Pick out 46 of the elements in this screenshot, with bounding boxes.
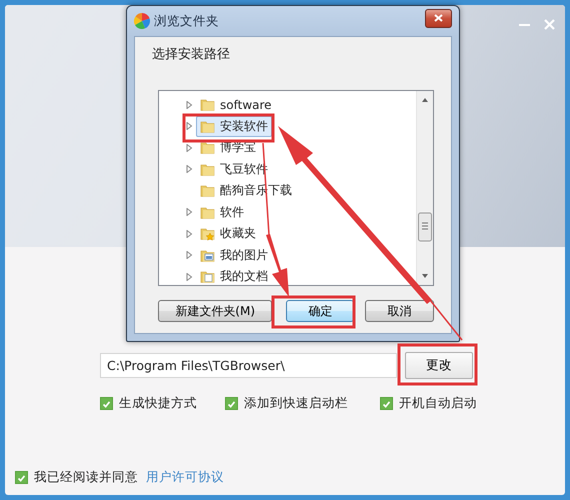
tree-item[interactable]: 安装软件 (196, 116, 272, 137)
install-path-field[interactable]: C:\Program Files\TGBrowser\ (100, 353, 397, 378)
pictures-folder-icon (200, 248, 215, 263)
scrollbar[interactable] (416, 91, 433, 285)
dialog-prompt: 选择安装路径 (152, 46, 231, 63)
tree-item[interactable]: 软件 (196, 202, 248, 223)
folder-icon (200, 97, 215, 112)
folder-icon (200, 204, 215, 220)
folder-icon (200, 140, 215, 156)
agreement-text: 我已经阅读并同意 (34, 469, 138, 486)
option-label: 添加到快速启动栏 (244, 395, 348, 412)
checkmark-icon (102, 401, 110, 408)
expand-arrow-icon[interactable] (185, 251, 193, 260)
dialog-button[interactable]: 取消 (365, 300, 434, 322)
checkmark-icon (382, 401, 390, 408)
option-label: 开机自动启动 (399, 395, 477, 412)
tree-item[interactable]: 收藏夹 (196, 223, 260, 244)
star-folder-icon (200, 226, 215, 242)
checkbox[interactable] (15, 471, 28, 484)
expand-arrow-icon[interactable] (185, 165, 193, 174)
expand-arrow-icon[interactable] (185, 100, 193, 109)
tree-item[interactable]: software (196, 95, 276, 114)
checkbox[interactable] (225, 397, 238, 410)
dialog-button[interactable]: 新建文件夹(M) (158, 300, 272, 322)
close-icon (434, 14, 443, 22)
expand-arrow-icon[interactable] (185, 122, 193, 130)
option-label: 生成快捷方式 (119, 395, 197, 412)
tree-item[interactable]: 我的文档 (196, 266, 272, 285)
license-link[interactable]: 用户许可协议 (146, 469, 224, 486)
checkmark-icon (18, 475, 26, 482)
close-button[interactable] (425, 8, 452, 28)
expand-arrow-icon[interactable] (185, 230, 193, 238)
checkbox[interactable] (100, 397, 113, 410)
app-logo-icon (134, 13, 150, 29)
folder-icon (200, 183, 215, 198)
checkmark-icon (228, 401, 236, 408)
expand-arrow-icon[interactable] (185, 208, 193, 216)
folder-icon (200, 118, 215, 134)
change-button[interactable]: 更改 (405, 352, 473, 379)
expand-arrow-icon[interactable] (185, 144, 193, 152)
dialog-title: 浏览文件夹 (154, 12, 220, 30)
folder-icon (200, 162, 215, 177)
checkbox[interactable] (380, 397, 393, 410)
tree-item[interactable]: 我的图片 (196, 244, 272, 266)
dialog-button[interactable]: 确定 (286, 300, 354, 322)
expand-arrow-icon[interactable] (185, 272, 193, 281)
